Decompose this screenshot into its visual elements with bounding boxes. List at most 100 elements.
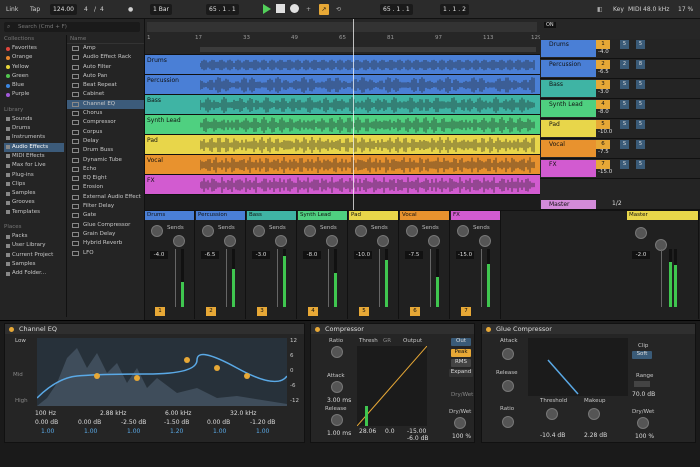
track-header-name[interactable]: Drums — [541, 40, 596, 57]
file-item[interactable]: EQ Eight — [67, 174, 144, 183]
send-a-knob[interactable] — [202, 225, 214, 237]
audio-clip-waveform[interactable] — [200, 57, 536, 73]
volume-fader[interactable] — [277, 249, 278, 307]
master-volume-value[interactable]: -2.0 — [632, 251, 650, 259]
track-header-row[interactable]: Bass 3 -3.0 S 5 — [540, 79, 700, 99]
collection-item[interactable]: Orange — [4, 53, 64, 62]
send-a-knob[interactable] — [355, 225, 367, 237]
channel-name[interactable]: FX — [451, 211, 500, 220]
bar-ruler[interactable]: 1 17 33 49 65 81 97 113 129 — [145, 35, 542, 45]
glue-range-slider[interactable] — [634, 381, 650, 387]
volume-value[interactable]: -3.0 — [252, 251, 270, 259]
send-a-knob[interactable] — [406, 225, 418, 237]
comp-release-value[interactable]: 1.00 ms — [327, 430, 351, 437]
device-power-icon[interactable] — [486, 326, 491, 332]
eq-freq-value[interactable]: 100 Hz — [35, 410, 56, 417]
eq-freq-value[interactable]: 2.88 kHz — [100, 410, 126, 417]
loop-brace[interactable] — [200, 47, 536, 52]
compressor-title[interactable]: Compressor — [311, 324, 474, 334]
glue-attack-knob[interactable] — [502, 348, 514, 360]
track-activator[interactable]: 1 — [596, 40, 610, 49]
file-item[interactable]: Corpus — [67, 128, 144, 137]
eq-gain-value[interactable]: -2.50 dB — [121, 419, 146, 426]
send-b-knob[interactable] — [224, 235, 236, 247]
solo-button[interactable]: S — [620, 140, 629, 149]
track-lane[interactable]: Pad — [145, 135, 540, 155]
send-b-knob[interactable] — [275, 235, 287, 247]
arm-button[interactable]: 5 — [636, 40, 645, 49]
key-map-button[interactable]: Key — [613, 4, 624, 15]
meter-denominator[interactable]: 4 — [100, 4, 104, 15]
track-activator[interactable]: 4 — [308, 307, 318, 316]
send-b-knob[interactable] — [479, 235, 491, 247]
comp-drywet-value[interactable]: 100 % — [452, 433, 471, 440]
track-lane[interactable]: Synth Lead — [145, 115, 540, 135]
places-item[interactable]: User Library — [4, 241, 64, 250]
eq-gain-value[interactable]: 0.00 dB — [78, 419, 101, 426]
channel-eq-title[interactable]: Channel EQ — [5, 324, 304, 334]
browser-search-input[interactable]: Search (Cmd + F) — [4, 22, 140, 32]
collection-item[interactable]: Yellow — [4, 63, 64, 72]
track-activator[interactable]: 5 — [596, 120, 610, 129]
solo-button[interactable]: S — [620, 160, 629, 169]
track-header-name[interactable]: Vocal — [541, 140, 596, 157]
library-item[interactable]: Plug-ins — [4, 171, 64, 180]
volume-fader[interactable] — [328, 249, 329, 307]
file-item[interactable]: LFO — [67, 249, 144, 258]
volume-fader[interactable] — [379, 249, 380, 307]
audio-clip-waveform[interactable] — [200, 157, 536, 173]
glue-makeup-value[interactable]: 2.28 dB — [584, 432, 607, 439]
loop-length-field[interactable]: 1 . 1 . 2 — [440, 4, 469, 15]
track-header-row[interactable]: Vocal 6 -7.5 S 5 — [540, 139, 700, 159]
glue-makeup-knob[interactable] — [588, 408, 600, 420]
file-item[interactable]: Compressor — [67, 118, 144, 127]
volume-value[interactable]: -8.0 — [303, 251, 321, 259]
volume-fader[interactable] — [175, 249, 176, 307]
quantize-menu[interactable]: 1 Bar — [150, 4, 172, 15]
overview-bar[interactable] — [147, 22, 537, 32]
channel-name[interactable]: Vocal — [400, 211, 449, 220]
send-b-knob[interactable] — [377, 235, 389, 247]
comp-thresh-value[interactable]: 28.06 — [359, 428, 376, 435]
arm-button[interactable]: 5 — [636, 80, 645, 89]
eq-freq-value[interactable]: 32.0 kHz — [230, 410, 256, 417]
track-activator[interactable]: 4 — [596, 100, 610, 109]
eq-q-value[interactable]: 1.00 — [41, 428, 54, 435]
file-item[interactable]: Amp — [67, 44, 144, 53]
volume-value[interactable]: -6.5 — [201, 251, 219, 259]
file-item[interactable]: Echo — [67, 165, 144, 174]
track-activator[interactable]: 2 — [206, 307, 216, 316]
library-item[interactable]: Sounds — [4, 115, 64, 124]
midi-map-button[interactable]: MIDI — [628, 4, 641, 15]
collection-item[interactable]: Favorites — [4, 44, 64, 53]
file-item[interactable]: External Audio Effect — [67, 193, 144, 202]
track-activator[interactable]: 7 — [596, 160, 610, 169]
library-item[interactable]: Audio Effects — [4, 142, 64, 152]
track-volume-value[interactable]: -3.0 — [598, 89, 609, 95]
track-lane[interactable]: Vocal — [145, 155, 540, 175]
file-item[interactable]: Drum Buss — [67, 146, 144, 155]
file-item[interactable]: Delay — [67, 137, 144, 146]
comp-rms-button[interactable]: RMS — [451, 359, 471, 367]
eq-q-value[interactable]: 1.00 — [256, 428, 269, 435]
track-header-row[interactable]: Drums 1 -4.0 5 5 — [540, 39, 700, 59]
track-header-name[interactable]: Bass — [541, 80, 596, 97]
glue-title[interactable]: Glue Compressor — [482, 324, 695, 334]
arrangement-ruler[interactable]: 1 17 33 49 65 81 97 113 129 — [145, 19, 542, 55]
glue-range-value[interactable]: 70.0 dB — [632, 391, 655, 398]
master-header-name[interactable]: Master — [541, 200, 596, 209]
file-item[interactable]: Auto Pan — [67, 72, 144, 81]
arm-button[interactable]: 8 — [636, 60, 645, 69]
eq-q-value[interactable]: 1.20 — [170, 428, 183, 435]
track-volume-value[interactable]: -4.0 — [598, 49, 609, 55]
overdub-icon[interactable]: + — [306, 4, 311, 15]
channel-name[interactable]: Percussion — [196, 211, 245, 220]
play-icon[interactable] — [263, 4, 271, 14]
places-item[interactable]: Add Folder... — [4, 269, 64, 278]
track-activator[interactable]: 7 — [461, 307, 471, 316]
comp-attack-value[interactable]: 3.00 ms — [327, 397, 351, 404]
places-item[interactable]: Current Project — [4, 251, 64, 260]
stop-icon[interactable] — [276, 4, 285, 13]
channel-name[interactable]: Bass — [247, 211, 296, 220]
eq-gain-value[interactable]: -1.50 dB — [164, 419, 189, 426]
